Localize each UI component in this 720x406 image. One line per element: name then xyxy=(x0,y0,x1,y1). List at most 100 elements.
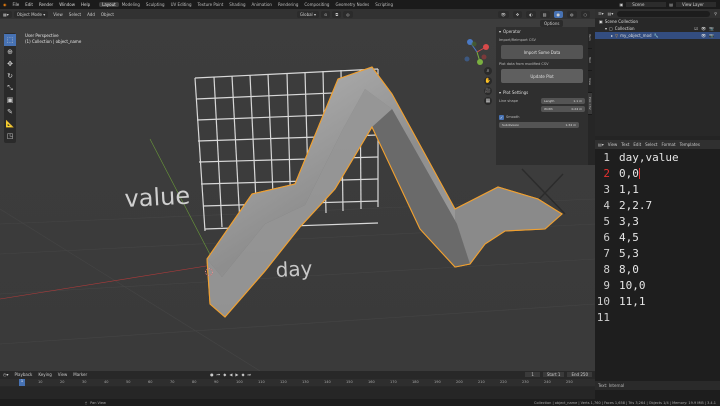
timeline-menu-playback[interactable]: Playback xyxy=(12,372,36,377)
play-icon[interactable]: ▶ xyxy=(235,372,238,377)
record-icon[interactable]: ● xyxy=(210,372,214,377)
prev-keyframe-icon[interactable]: ◆ xyxy=(223,372,226,377)
transform-tool-icon[interactable]: ▣ xyxy=(4,94,16,106)
cursor-tool-icon[interactable]: ⊕ xyxy=(4,46,16,58)
viewport-menu-add[interactable]: Add xyxy=(84,12,98,17)
subdivision-field[interactable]: Subdivision 1.34 m xyxy=(499,122,579,128)
workspace-tab-compositing[interactable]: Compositing xyxy=(301,2,332,7)
shading-solid-icon[interactable]: ● xyxy=(553,10,563,18)
text-menu-select[interactable]: Select xyxy=(645,142,657,147)
text-menu-edit[interactable]: Edit xyxy=(633,142,641,147)
outliner-row-scene-collection[interactable]: ▣ Scene Collection xyxy=(595,18,720,25)
next-keyframe-icon[interactable]: ◆ xyxy=(241,372,244,377)
sidebar-tab-view[interactable]: View xyxy=(588,71,592,93)
object-mode-dropdown[interactable]: Object Mode ▾ xyxy=(13,10,49,18)
camera-icon[interactable]: 📷 xyxy=(709,33,714,38)
text-line[interactable]: 8 8,0 xyxy=(595,261,720,277)
text-line[interactable]: 4 2,2.7 xyxy=(595,197,720,213)
scale-tool-icon[interactable]: ⤡ xyxy=(4,82,16,94)
menu-help[interactable]: Help xyxy=(78,2,93,7)
scene-selector[interactable]: Scene xyxy=(626,2,667,7)
text-menu-text[interactable]: Text xyxy=(621,142,629,147)
text-editor-icon[interactable]: ▤▾ xyxy=(598,142,604,147)
workspace-tab-modeling[interactable]: Modeling xyxy=(119,2,143,7)
end-frame-field[interactable]: End 250 xyxy=(567,372,592,377)
text-line-current[interactable]: 2 0,0 xyxy=(595,165,720,181)
move-tool-icon[interactable]: ✥ xyxy=(4,58,16,70)
jump-end-icon[interactable]: ⏭ xyxy=(248,372,252,377)
shading-rendered-icon[interactable]: ○ xyxy=(580,10,590,18)
workspace-tab-scripting[interactable]: Scripting xyxy=(372,2,396,7)
import-data-button[interactable]: Import Some Data xyxy=(501,45,583,59)
select-box-tool-icon[interactable]: ⬚ xyxy=(4,34,16,46)
timeline-track-area[interactable] xyxy=(0,387,595,399)
visibility-icon[interactable]: 👁 xyxy=(497,10,509,18)
current-frame-field[interactable]: 1 xyxy=(525,372,540,377)
sidebar-tab-tool[interactable]: Tool xyxy=(588,49,592,71)
blender-logo-icon[interactable]: ◉ xyxy=(0,2,10,7)
measure-tool-icon[interactable]: 📐 xyxy=(4,118,16,130)
viewport-menu-view[interactable]: View xyxy=(50,12,66,17)
3d-viewport[interactable]: value day ▦▾ Object Mode ▾ View Select A… xyxy=(0,9,595,371)
snap-icon[interactable]: ⧉ xyxy=(332,10,342,18)
filter-icon[interactable]: ⚲ xyxy=(714,11,717,16)
viewport-menu-object[interactable]: Object xyxy=(98,12,117,17)
menu-edit[interactable]: Edit xyxy=(22,2,36,7)
eye-icon[interactable]: 👁 xyxy=(701,33,706,38)
plot-settings-header[interactable]: ▾ Plot Settings xyxy=(496,88,588,97)
timeline-menu-view[interactable]: View xyxy=(55,372,71,377)
eye-icon[interactable]: 👁 xyxy=(701,26,706,31)
zoom-icon[interactable]: ⌕ xyxy=(484,67,492,75)
length-field[interactable]: Length 1.1 m xyxy=(541,98,585,104)
timeline-editor-icon[interactable]: ◷▾ xyxy=(0,372,12,377)
checkbox-icon[interactable]: ☑ xyxy=(694,26,698,31)
text-line[interactable]: 10 11,1 xyxy=(595,293,720,309)
text-menu-templates[interactable]: Templates xyxy=(680,142,700,147)
text-line[interactable]: 9 10,0 xyxy=(595,277,720,293)
smooth-checkbox[interactable]: ✓ xyxy=(499,114,504,120)
workspace-tab-shading[interactable]: Shading xyxy=(226,2,248,7)
workspace-tab-uv-editing[interactable]: UV Editing xyxy=(168,2,195,7)
pivot-point-icon[interactable]: ⊙ xyxy=(320,10,331,18)
operator-panel-header[interactable]: ▾ Operator xyxy=(496,27,588,36)
width-field[interactable]: Width 0.24 m xyxy=(541,106,585,112)
gizmo-toggle-icon[interactable]: ✥ xyxy=(512,10,523,18)
sidebar-tab-plot-csv[interactable]: Plot CSV xyxy=(588,93,592,115)
timeline-menu-marker[interactable]: Marker xyxy=(70,372,90,377)
workspace-tab-texture-paint[interactable]: Texture Paint xyxy=(194,2,226,7)
editor-type-button[interactable]: ▦▾ xyxy=(0,10,12,18)
outliner-row-object[interactable]: ▸ ▽ my_object_mod 🔧 👁 📷 xyxy=(595,32,720,39)
proportional-edit-icon[interactable]: ◎ xyxy=(343,10,353,18)
view-layer-selector[interactable]: View Layer xyxy=(676,2,716,7)
update-plot-button[interactable]: Update Plot xyxy=(501,69,583,83)
add-cube-tool-icon[interactable]: ◳ xyxy=(4,130,16,142)
camera-view-icon[interactable]: 🎥 xyxy=(484,87,492,95)
camera-icon[interactable]: 📷 xyxy=(709,26,714,31)
text-menu-format[interactable]: Format xyxy=(661,142,675,147)
workspace-tab-sculpting[interactable]: Sculpting xyxy=(143,2,168,7)
workspace-tab-geometry-nodes[interactable]: Geometry Nodes xyxy=(332,2,372,7)
text-menu-view[interactable]: View xyxy=(608,142,618,147)
menu-window[interactable]: Window xyxy=(56,2,78,7)
menu-render[interactable]: Render xyxy=(36,2,56,7)
jump-start-icon[interactable]: ⏮ xyxy=(217,372,221,377)
timeline-ruler[interactable]: 1 10 20 30 40 50 60 70 80 90 100 110 120 130 140 150 16… xyxy=(0,379,595,386)
outliner-editor-icon[interactable]: ☰▾ xyxy=(598,11,604,16)
outliner-row-collection[interactable]: ▾ ▢ Collection ☑ 👁 📷 xyxy=(595,25,720,32)
menu-file[interactable]: File xyxy=(10,2,23,7)
text-line[interactable]: 11 xyxy=(595,309,720,325)
rotate-tool-icon[interactable]: ↻ xyxy=(4,70,16,82)
workspace-tab-layout[interactable]: Layout xyxy=(99,2,119,7)
text-line[interactable]: 1 day,value xyxy=(595,149,720,165)
text-editor-lines[interactable]: 1 day,value 2 0,0 3 1,1 4 2,2.7 5 3,3 6 4,5 75… xyxy=(595,149,720,325)
viewport-menu-select[interactable]: Select xyxy=(66,12,84,17)
text-editor-panel[interactable]: ▤▾ View Text Edit Select Format Template… xyxy=(595,140,720,390)
timeline-menu-keying[interactable]: Keying xyxy=(35,372,54,377)
start-frame-field[interactable]: Start 1 xyxy=(542,372,565,377)
annotate-tool-icon[interactable]: ✎ xyxy=(4,106,16,118)
transform-orientation-dropdown[interactable]: Global ▾ xyxy=(296,10,319,18)
workspace-tab-rendering[interactable]: Rendering xyxy=(275,2,301,7)
text-line[interactable]: 3 1,1 xyxy=(595,181,720,197)
text-line[interactable]: 6 4,5 xyxy=(595,229,720,245)
pan-hand-icon[interactable]: ✋ xyxy=(484,77,492,85)
